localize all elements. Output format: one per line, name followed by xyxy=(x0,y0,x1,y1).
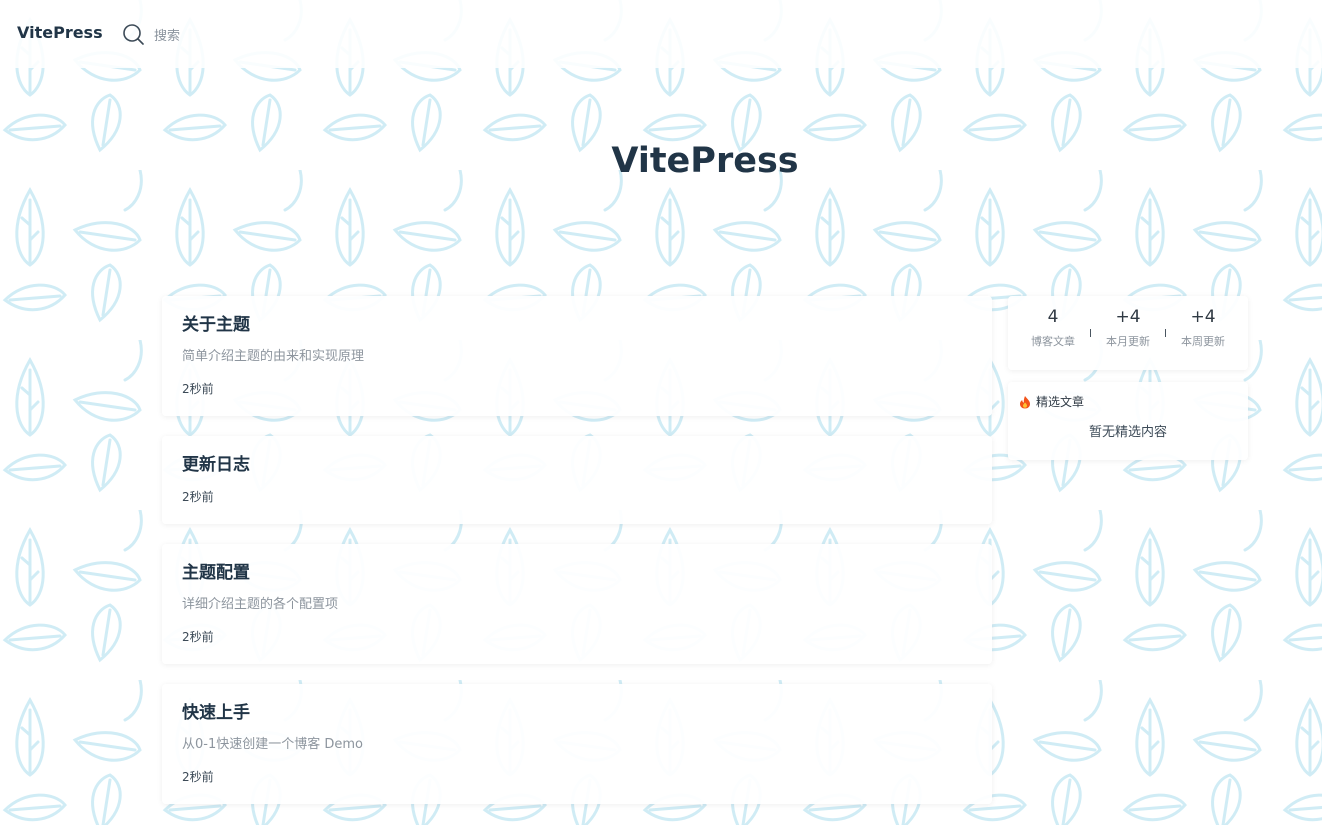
stat-month-updates: +4 本月更新 xyxy=(1088,306,1168,349)
post-card[interactable]: 快速上手 从0-1快速创建一个博客 Demo 2秒前 xyxy=(162,684,992,804)
stat-label: 本周更新 xyxy=(1181,335,1225,348)
fire-icon xyxy=(1020,396,1030,409)
stat-blog-posts: 4 博客文章 xyxy=(1013,306,1093,349)
post-title[interactable]: 快速上手 xyxy=(182,702,250,724)
stat-value: +4 xyxy=(1190,307,1216,327)
stat-label: 博客文章 xyxy=(1031,335,1075,348)
search-button[interactable]: 搜索 xyxy=(122,22,180,46)
search-placeholder: 搜索 xyxy=(154,28,181,44)
featured-empty-text: 暂无精选内容 xyxy=(1088,425,1167,440)
search-icon xyxy=(123,24,144,45)
post-title[interactable]: 关于主题 xyxy=(182,314,250,336)
post-date: 2秒前 xyxy=(182,770,214,784)
stat-label: 本月更新 xyxy=(1106,335,1150,348)
post-card[interactable]: 主题配置 详细介绍主题的各个配置项 2秒前 xyxy=(162,544,992,664)
post-description: 简单介绍主题的由来和实现原理 xyxy=(182,349,365,364)
post-date: 2秒前 xyxy=(182,490,214,504)
blog-stats-card: 4 博客文章 +4 本月更新 +4 本周更新 xyxy=(1008,296,1248,370)
post-title[interactable]: 主题配置 xyxy=(182,562,250,584)
stat-week-updates: +4 本周更新 xyxy=(1163,306,1243,349)
post-description: 详细介绍主题的各个配置项 xyxy=(182,597,339,612)
featured-title: 精选文章 xyxy=(1036,395,1085,409)
post-date: 2秒前 xyxy=(182,630,214,644)
stat-value: 4 xyxy=(1047,307,1059,327)
top-nav-bar: VitePress 搜索 xyxy=(0,0,1322,68)
post-card[interactable]: 关于主题 简单介绍主题的由来和实现原理 2秒前 xyxy=(162,296,992,416)
post-card[interactable]: 更新日志 2秒前 xyxy=(162,436,992,524)
featured-articles-card: 精选文章 暂无精选内容 xyxy=(1008,382,1248,460)
featured-header: 精选文章 xyxy=(1018,394,1084,410)
stat-value: +4 xyxy=(1115,307,1141,327)
post-title[interactable]: 更新日志 xyxy=(182,454,250,476)
hero-title: VitePress xyxy=(611,141,799,181)
site-title-link[interactable]: VitePress xyxy=(17,22,103,44)
post-date: 2秒前 xyxy=(182,382,214,396)
post-description: 从0-1快速创建一个博客 Demo xyxy=(182,737,363,752)
